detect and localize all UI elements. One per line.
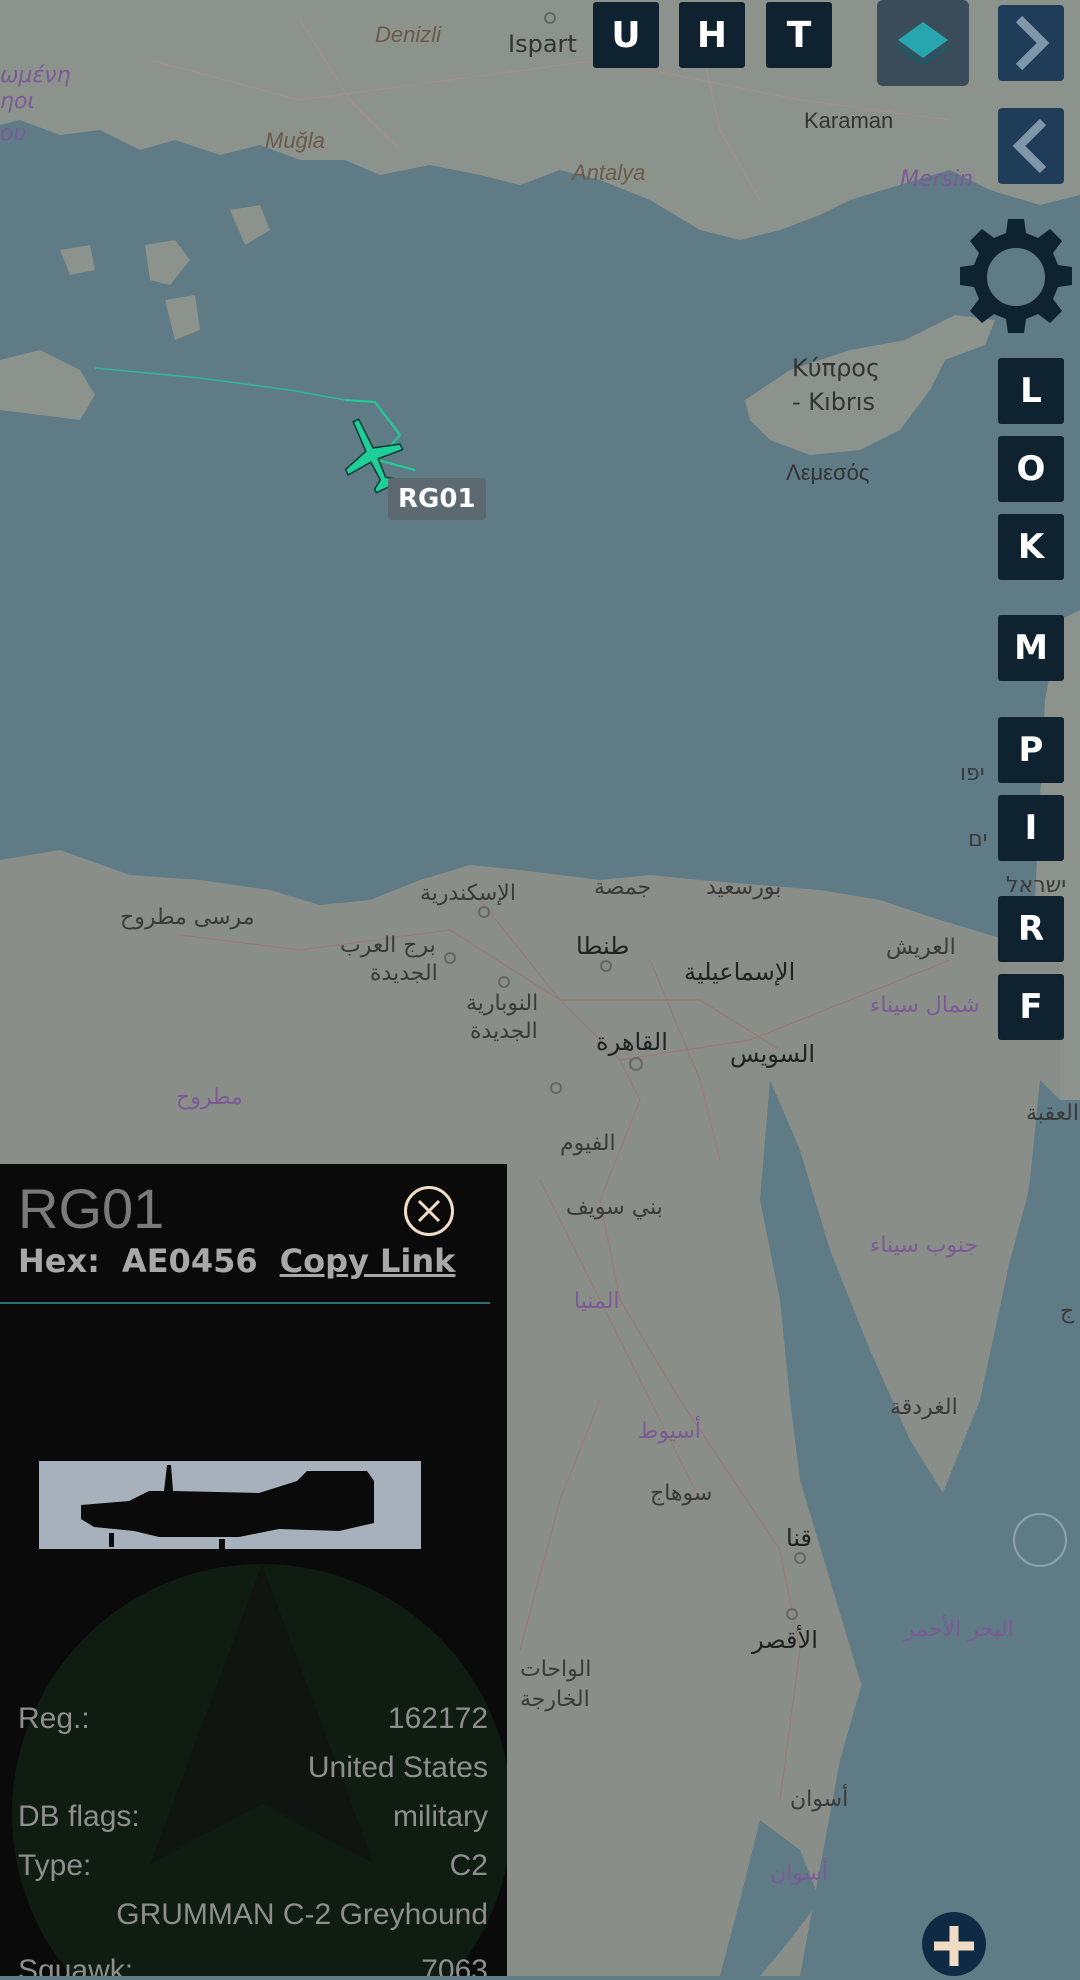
layers-button[interactable] — [877, 0, 969, 86]
svg-text:العريش: العريش — [886, 935, 956, 960]
svg-text:البحر الأحمر: البحر الأحمر — [903, 1615, 1014, 1642]
svg-text:جنوب سيناء: جنوب سيناء — [870, 1233, 978, 1258]
aircraft-label[interactable]: RG01 — [388, 478, 486, 520]
svg-text:المنيا: المنيا — [574, 1289, 620, 1314]
svg-text:الأقصر: الأقصر — [751, 1625, 818, 1654]
svg-text:السويس: السويس — [730, 1040, 815, 1068]
svg-text:قنا: قنا — [786, 1524, 812, 1552]
row-key: Type: — [18, 1849, 92, 1882]
svg-text:الجديدة: الجديدة — [470, 1019, 538, 1044]
label-cyprus: Κύπρος — [792, 354, 880, 382]
expand-right-button[interactable] — [998, 5, 1064, 81]
label-karaman: Karaman — [804, 108, 893, 133]
button-o[interactable]: O — [998, 436, 1064, 502]
svg-text:יפו: יפו — [960, 761, 985, 786]
label-alexandria: الإسكندرية — [420, 881, 516, 906]
button-t[interactable]: T — [766, 2, 832, 68]
svg-text:الواحات: الواحات — [520, 1657, 591, 1682]
svg-text:الإسماعيلية: الإسماعيلية — [684, 958, 795, 986]
close-icon — [417, 1199, 441, 1223]
layers-icon — [897, 22, 949, 66]
collapse-left-button[interactable] — [998, 108, 1064, 184]
row-value: military — [393, 1800, 488, 1833]
row-key: Reg.: — [18, 1702, 90, 1735]
hex-label: Hex: — [18, 1242, 100, 1280]
label-cairo: القاهرة — [596, 1028, 668, 1056]
svg-text:أسيوط: أسيوط — [638, 1416, 701, 1444]
svg-text:ج: ج — [1060, 1299, 1075, 1324]
svg-text:سوهاج: سوهاج — [650, 1481, 712, 1506]
hex-value: AE0456 — [121, 1242, 258, 1280]
label-denizli: Denizli — [375, 22, 442, 47]
svg-text:شمال سيناء: شمال سيناء — [870, 993, 980, 1018]
svg-text:العقبة: العقبة — [1026, 1101, 1079, 1126]
button-r[interactable]: R — [998, 896, 1064, 962]
svg-text:طنطا: طنطا — [576, 932, 629, 960]
row-value: C2 — [449, 1849, 488, 1882]
button-l[interactable]: L — [998, 358, 1064, 424]
aircraft-info-panel: RG01 Hex: AE0456 Copy Link Reg.: 162172 Un… — [0, 1164, 507, 1976]
row-value: 162172 — [387, 1702, 488, 1735]
svg-text:ים: ים — [968, 827, 988, 852]
row-key: Squawk: — [18, 1954, 134, 1976]
callsign-title: RG01 — [18, 1177, 165, 1240]
svg-text:أسوان: أسوان — [770, 1858, 828, 1886]
divider — [0, 1302, 490, 1304]
svg-text:الفيوم: الفيوم — [560, 1131, 616, 1156]
label-mugla: Muğla — [265, 128, 325, 153]
svg-text:الجديدة: الجديدة — [370, 961, 438, 986]
row-key: DB flags: — [18, 1800, 140, 1833]
button-m[interactable]: M — [998, 615, 1064, 681]
label-lemesos: Λεμεσός — [786, 460, 869, 485]
label-isparta: Ispart — [508, 30, 577, 58]
svg-text:جمصة: جمصة — [594, 875, 651, 900]
svg-text:- Kıbrıs: - Kıbrıs — [792, 388, 875, 416]
button-k[interactable]: K — [998, 514, 1064, 580]
button-p[interactable]: P — [998, 717, 1064, 783]
aircraft-silhouette-image — [81, 1465, 374, 1549]
button-u[interactable]: U — [593, 2, 659, 68]
gear-icon — [960, 219, 1072, 333]
button-h[interactable]: H — [679, 2, 745, 68]
svg-text:الغردقة: الغردقة — [890, 1395, 958, 1420]
svg-text:ου: ου — [0, 121, 26, 146]
chevron-left-icon — [1012, 118, 1047, 174]
svg-text:ישראל: ישראל — [1006, 873, 1066, 898]
row-value: 7063 — [421, 1954, 488, 1976]
close-button[interactable] — [404, 1186, 454, 1236]
label-mersin: Mersin — [900, 167, 973, 192]
label-port-said: بورسعيد — [706, 875, 781, 900]
aircraft-photo[interactable] — [39, 1461, 421, 1549]
svg-text:برج العرب: برج العرب — [340, 933, 436, 958]
button-i[interactable]: I — [998, 795, 1064, 861]
settings-button[interactable] — [955, 216, 1077, 338]
svg-text:مرسى مطروح: مرسى مطروح — [120, 905, 254, 930]
svg-text:ωμένη: ωμένη — [0, 63, 71, 88]
hex-row: Hex: AE0456 Copy Link — [18, 1242, 455, 1280]
label-antalya: Antalya — [570, 160, 645, 185]
row-value: GRUMMAN C-2 Greyhound — [116, 1898, 488, 1931]
button-f[interactable]: F — [998, 974, 1064, 1040]
svg-text:النوبارية: النوبارية — [466, 991, 538, 1016]
row-value: United States — [307, 1751, 488, 1784]
svg-text:ηοι: ηοι — [0, 89, 35, 114]
svg-text:بني سويف: بني سويف — [566, 1195, 663, 1220]
chevron-right-icon — [1015, 15, 1050, 71]
copy-link[interactable]: Copy Link — [280, 1242, 456, 1280]
zoom-in-button[interactable] — [922, 1912, 986, 1976]
svg-text:مطروح: مطروح — [176, 1085, 243, 1110]
plus-icon — [934, 1926, 974, 1966]
svg-text:أسوان: أسوان — [790, 1784, 848, 1812]
svg-text:الخارجة: الخارجة — [520, 1687, 590, 1712]
